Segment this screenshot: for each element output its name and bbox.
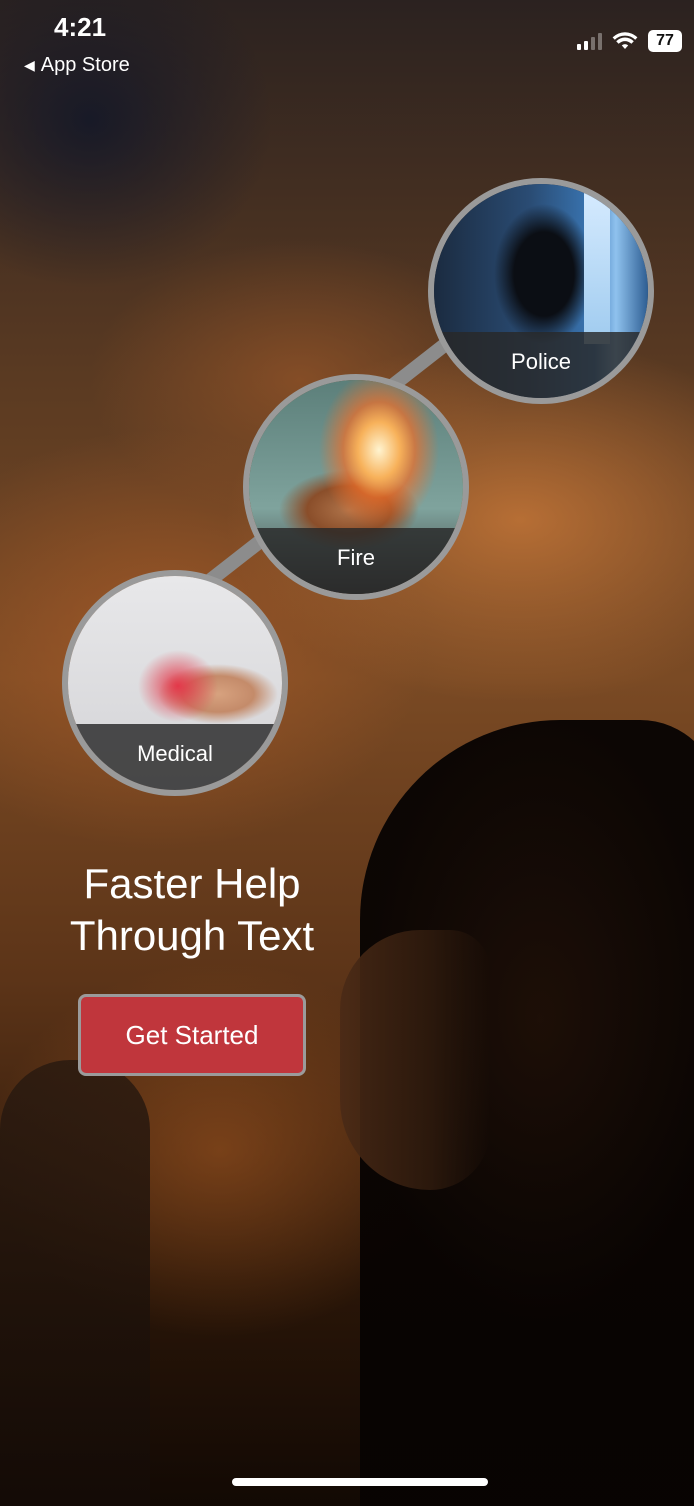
headline: Faster Help Through Text xyxy=(40,858,344,962)
status-time: 4:21 xyxy=(54,12,107,42)
medical-circle[interactable]: Medical xyxy=(62,570,288,796)
headline-line-2: Through Text xyxy=(69,912,315,959)
battery-icon: 77 xyxy=(648,30,682,52)
back-arrow-icon: ◀ xyxy=(24,57,35,73)
police-label-band: Police xyxy=(434,332,648,398)
get-started-button[interactable]: Get Started xyxy=(78,994,306,1076)
status-indicators: 77 xyxy=(577,30,682,52)
back-link-label: App Store xyxy=(40,54,130,76)
wifi-icon xyxy=(612,32,638,49)
onboarding-screen: 4:21 ◀ App Store 77 Police Fire Medical … xyxy=(0,0,694,1506)
fire-circle[interactable]: Fire xyxy=(243,374,469,600)
medical-label: Medical xyxy=(137,741,213,766)
signal-icon xyxy=(577,32,602,50)
police-label: Police xyxy=(511,349,571,374)
headline-line-1: Faster Help xyxy=(83,860,301,907)
woman-face-highlight xyxy=(340,930,490,1190)
back-to-app-store-link[interactable]: ◀ App Store xyxy=(24,54,130,77)
police-image-door xyxy=(584,184,610,344)
background-person xyxy=(0,1060,150,1506)
police-circle[interactable]: Police xyxy=(428,178,654,404)
fire-label: Fire xyxy=(337,545,375,570)
medical-label-band: Medical xyxy=(68,724,282,790)
home-indicator[interactable] xyxy=(232,1478,488,1486)
